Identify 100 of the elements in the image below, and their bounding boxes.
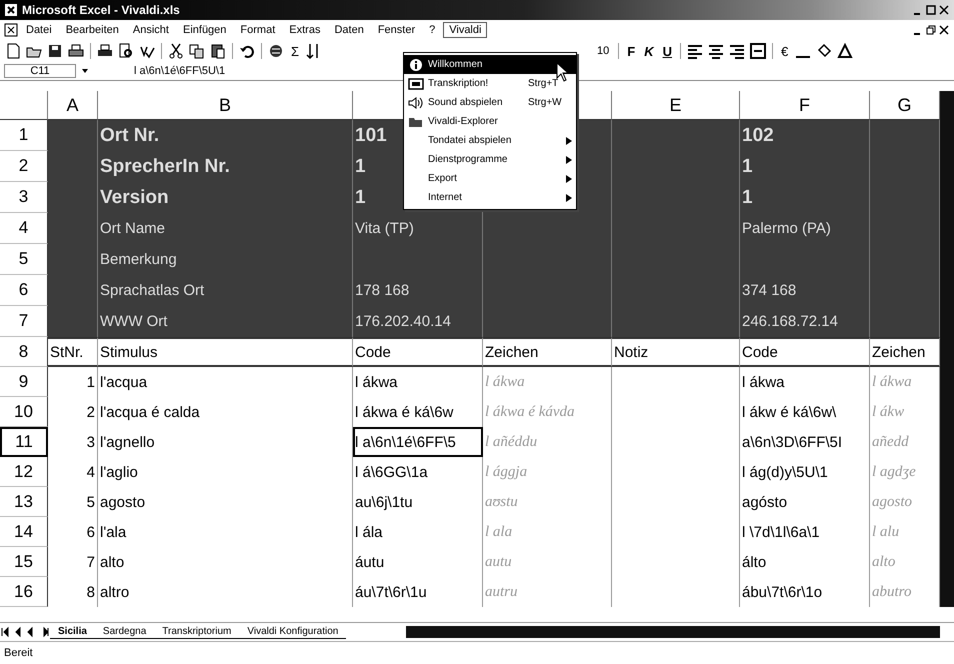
row-header[interactable]: 13: [0, 487, 48, 517]
align-left-icon[interactable]: [686, 42, 704, 60]
paste-icon[interactable]: [209, 42, 227, 60]
row-header[interactable]: 10: [0, 397, 48, 427]
sheet-tab[interactable]: Sicilia: [50, 625, 95, 639]
table-cell: autru: [483, 577, 612, 607]
save-icon[interactable]: [46, 42, 64, 60]
table-cell: l'acqua: [98, 367, 353, 397]
row-header[interactable]: 12: [0, 457, 48, 487]
align-center-icon[interactable]: [706, 42, 725, 60]
close-icon[interactable]: [938, 4, 950, 16]
table-cell: agósto: [740, 487, 870, 517]
copy-icon[interactable]: [188, 42, 206, 60]
table-cell: 7: [48, 547, 98, 577]
table-cell: l ággja: [483, 457, 612, 487]
currency-button[interactable]: €: [778, 44, 792, 58]
format-button[interactable]: U: [660, 44, 675, 58]
table-cell: l ákwa é kávda: [483, 397, 612, 427]
table-cell: Stimulus: [98, 337, 353, 367]
menu-item[interactable]: Einfügen: [176, 22, 232, 38]
table-cell: Palermo (PA): [740, 213, 870, 244]
font-size-field[interactable]: 10: [593, 45, 614, 57]
table-cell: 2: [48, 397, 98, 427]
horizontal-scrollbar[interactable]: [406, 626, 940, 638]
submenu-arrow-icon: [566, 136, 572, 144]
table-cell: 1: [48, 367, 98, 397]
menu-item[interactable]: Transkription! Strg+T: [404, 74, 576, 93]
table-cell: abutro: [870, 577, 940, 607]
menu-item[interactable]: ?: [423, 22, 442, 38]
formula-field[interactable]: l a\6n\1é\6FF\5U\1: [94, 65, 226, 77]
table-cell: Bemerkung: [98, 244, 353, 275]
sheet-tab[interactable]: Sardegna: [94, 625, 154, 639]
table-cell: StNr.: [48, 337, 98, 367]
submenu-arrow-icon: [566, 174, 572, 182]
merge-cells-icon[interactable]: [748, 42, 767, 60]
row-header[interactable]: 9: [0, 367, 48, 397]
sheet-tab[interactable]: Vivaldi Konfiguration: [239, 625, 346, 639]
table-cell: 176.202.40.14: [353, 306, 483, 337]
menu-item[interactable]: Datei: [20, 22, 58, 38]
menu-item[interactable]: Fenster: [372, 22, 422, 38]
table-cell: Version: [98, 182, 353, 213]
row-header[interactable]: 11: [0, 427, 48, 457]
table-cell: l \7d\1l\6a\1: [740, 517, 870, 547]
sheet-navigation-icon[interactable]: [0, 626, 50, 638]
table-cell: l alu: [870, 517, 940, 547]
table-cell: Vita (TP): [353, 213, 483, 244]
table-cell: a\6n\3D\6FF\5I: [740, 427, 870, 457]
menu-item[interactable]: Ansicht: [126, 22, 175, 38]
menu-item[interactable]: Willkommen: [404, 55, 576, 74]
name-box[interactable]: C11: [4, 64, 76, 78]
fill-color-icon[interactable]: [815, 42, 834, 60]
menu-item[interactable]: Sound abspielen Strg+W: [404, 93, 576, 112]
autosum-button[interactable]: Σ: [288, 44, 302, 58]
format-button[interactable]: F: [624, 44, 638, 58]
menu-item[interactable]: Vivaldi: [443, 22, 488, 38]
table-cell: 3: [48, 427, 98, 457]
table-cell: 102: [740, 120, 870, 151]
speaker-icon: [408, 96, 424, 110]
document-icon[interactable]: [4, 23, 18, 37]
menu-item[interactable]: Format: [234, 22, 282, 38]
table-cell: SprecherIn Nr.: [98, 151, 353, 182]
menu-item[interactable]: Extras: [283, 22, 326, 38]
table-cell: 374 168: [740, 275, 870, 306]
table-cell: altro: [98, 577, 353, 607]
row-header[interactable]: 16: [0, 577, 48, 607]
table-cell: áu\7t\6r\1u: [353, 577, 483, 607]
menu-item[interactable]: Bearbeiten: [60, 22, 125, 38]
table-cell: aʊstu: [483, 487, 612, 517]
table-cell: WWW Ort: [98, 306, 353, 337]
table-cell: 5: [48, 487, 98, 517]
cut-icon[interactable]: [167, 42, 185, 60]
table-cell: l ákwa: [483, 367, 612, 397]
restore-icon[interactable]: [925, 24, 937, 36]
close-icon[interactable]: [938, 24, 950, 36]
table-cell: au\6j\1tu: [353, 487, 483, 517]
table-cell: Ort Name: [98, 213, 353, 244]
sheet-tab[interactable]: Transkriptorium: [154, 625, 240, 639]
table-cell: l ákwa: [740, 367, 870, 397]
format-button[interactable]: K: [641, 44, 657, 58]
info-icon: [408, 58, 424, 72]
table-cell: agosto: [98, 487, 353, 517]
table-cell: 1: [740, 182, 870, 213]
vertical-scrollbar[interactable]: [940, 91, 954, 607]
align-right-icon[interactable]: [728, 42, 746, 60]
menu-item[interactable]: Daten: [328, 22, 370, 38]
submenu-arrow-icon: [566, 194, 572, 202]
table-cell: alto: [870, 547, 940, 577]
table-cell: Zeichen: [483, 337, 612, 367]
table-cell: 246.168.72.14: [740, 306, 870, 337]
maximize-icon[interactable]: [925, 4, 937, 16]
window-icon: [408, 76, 424, 90]
row-header[interactable]: 15: [0, 547, 48, 577]
print-preview-icon[interactable]: [117, 42, 135, 60]
table-cell: álto: [740, 547, 870, 577]
globe-icon[interactable]: [267, 42, 285, 60]
table-cell: l ág(d)y\5U\1: [740, 457, 870, 487]
row-header[interactable]: 14: [0, 517, 48, 547]
select-all-corner[interactable]: [0, 91, 48, 120]
row-header[interactable]: 8: [0, 337, 48, 367]
font-color-icon[interactable]: [836, 42, 854, 60]
